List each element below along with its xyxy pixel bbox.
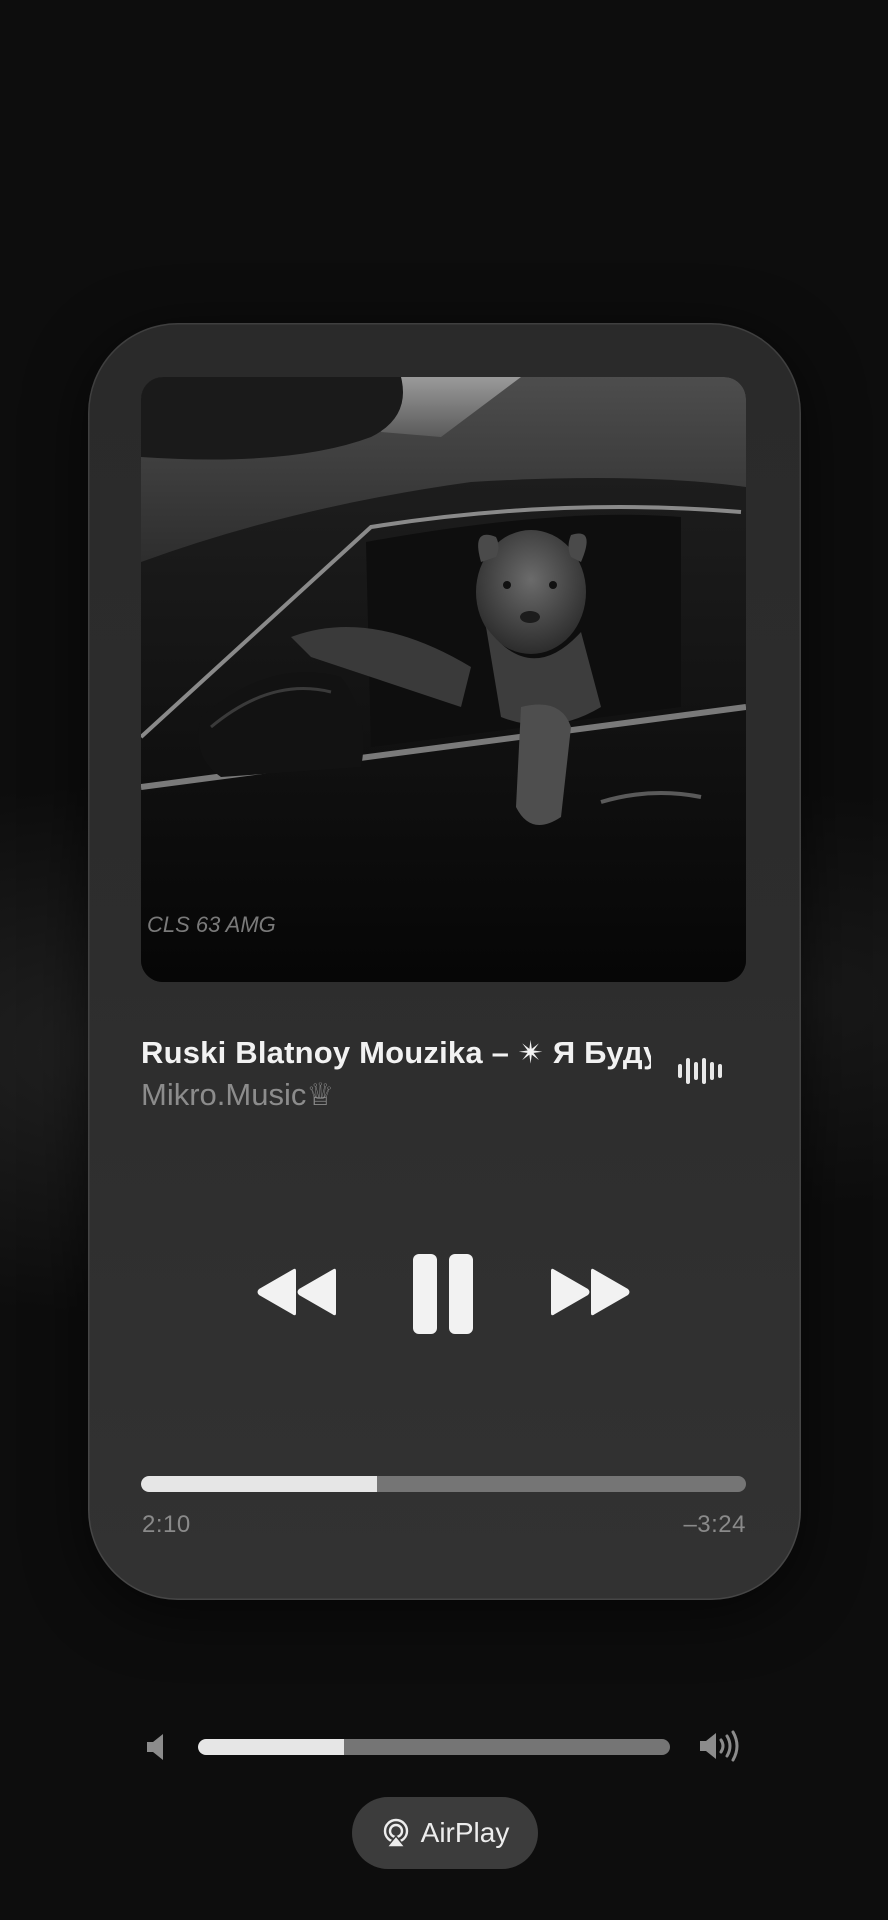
speaker-low-icon [147,1734,163,1760]
airplay-icon [383,1818,408,1848]
audio-waveform-icon [678,1058,722,1084]
now-playing-card: CLS 63 AMG Ruski Blatnoy Mouzika – ✴ Я Б… [88,323,801,1869]
artist-name[interactable]: Mikro.Music♕ [141,1073,334,1117]
volume-slider[interactable] [198,1739,670,1755]
album-artwork-image: CLS 63 AMG [141,377,746,982]
album-artwork: CLS 63 AMG [141,377,746,982]
airplay-button[interactable]: AirPlay [352,1797,538,1869]
elapsed-time: 2:10 [142,1511,191,1538]
volume-level-fill [198,1739,345,1755]
backward-icon[interactable] [256,1267,338,1317]
pause-icon[interactable] [412,1253,474,1335]
remaining-time: –3:24 [683,1511,746,1538]
playback-progress-fill [141,1476,377,1492]
speaker-high-icon [700,1730,739,1762]
forward-icon[interactable] [549,1267,631,1317]
song-title-container: Ruski Blatnoy Mouzika – ✴ Я Буду [141,1031,651,1075]
airplay-label: AirPlay [420,1817,510,1848]
song-title: Ruski Blatnoy Mouzika – ✴ Я Буду [141,1035,651,1070]
playback-scrubber[interactable] [141,1476,746,1492]
artwork-badge: CLS 63 AMG [147,912,276,937]
